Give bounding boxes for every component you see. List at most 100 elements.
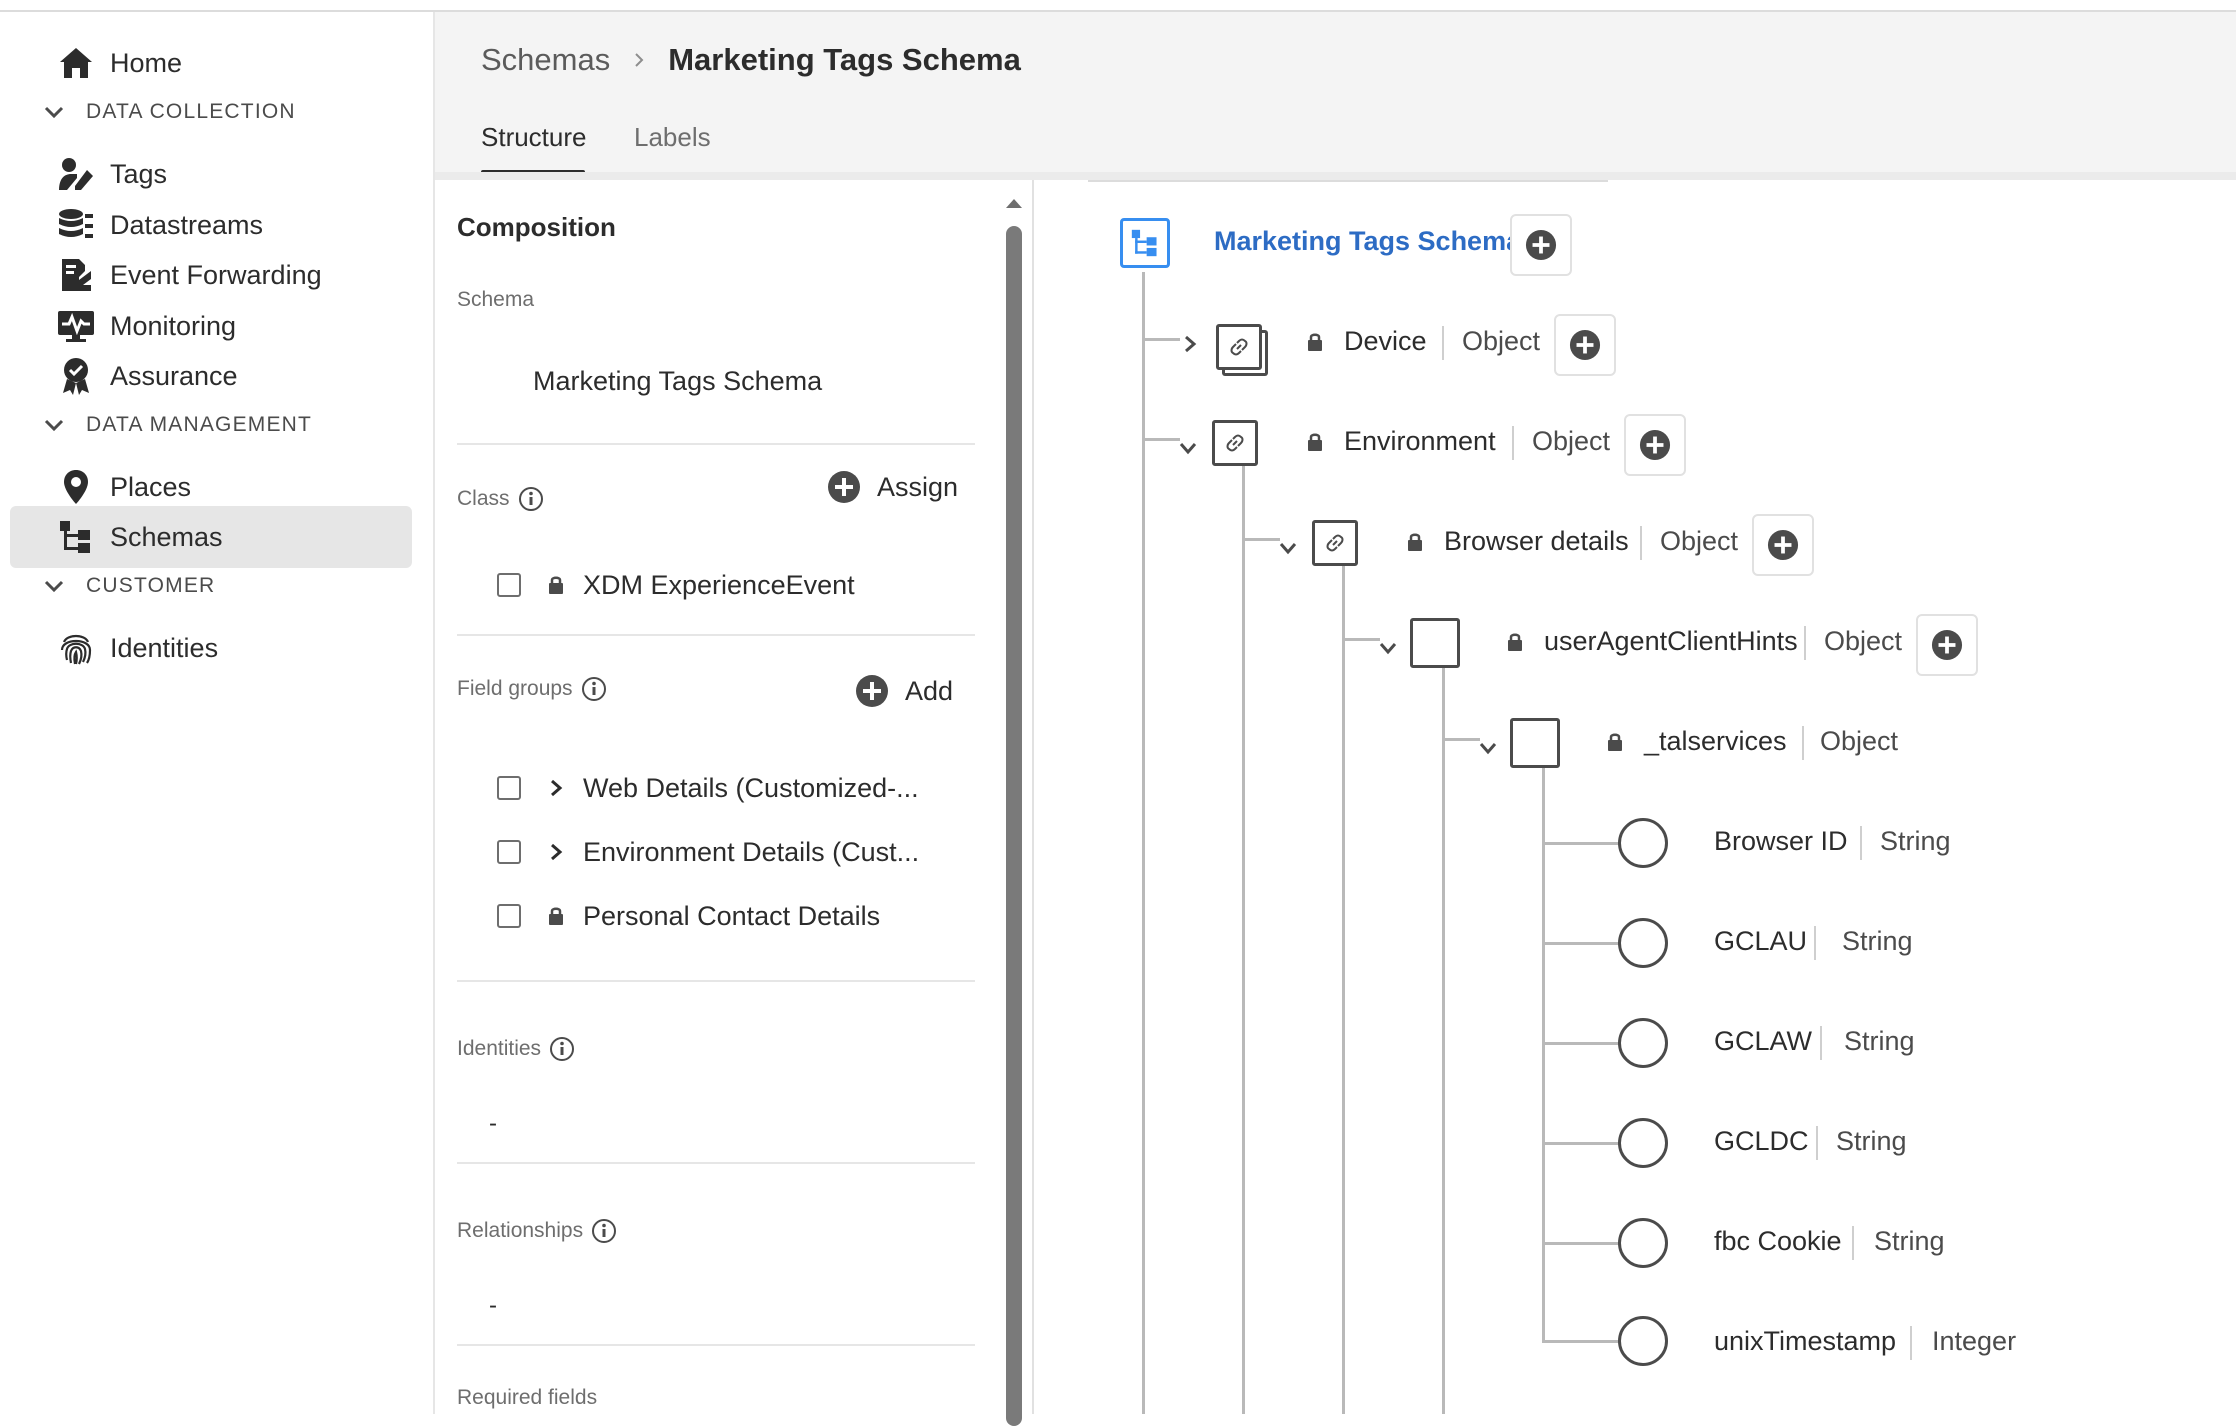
nav-label-schemas: Schemas (110, 521, 223, 552)
panel-divider (1032, 180, 1034, 1414)
nav-item-home[interactable]: Home (10, 32, 412, 94)
nav-section-label: DATA MANAGEMENT (86, 413, 313, 436)
add-field-button[interactable] (1510, 214, 1572, 276)
leaf-field-icon[interactable] (1618, 1118, 1668, 1168)
field-group-checkbox[interactable] (497, 776, 521, 800)
field-name[interactable]: Browser details (1444, 526, 1629, 557)
field-name[interactable]: userAgentClientHints (1544, 626, 1798, 657)
tab-labels[interactable]: Labels (634, 122, 711, 153)
chevron-right-icon[interactable] (1180, 334, 1200, 354)
class-row[interactable]: XDM ExperienceEvent (497, 565, 855, 605)
nav-label-datastreams: Datastreams (110, 209, 264, 240)
tree-line (1342, 566, 1345, 1414)
field-name[interactable]: GCLAU (1714, 926, 1807, 957)
field-group-row[interactable]: Personal Contact Details (497, 896, 880, 936)
field-name[interactable]: unixTimestamp (1714, 1326, 1896, 1357)
field-group-checkbox[interactable] (497, 840, 521, 864)
info-icon[interactable] (581, 676, 607, 702)
add-field-group-button[interactable]: Add (855, 674, 953, 708)
tree-line (1542, 1340, 1620, 1343)
field-group-checkbox[interactable] (497, 904, 521, 928)
device-node-icon[interactable] (1216, 324, 1262, 370)
chevron-down-icon[interactable] (1278, 538, 1298, 558)
chevron-down-icon[interactable] (1178, 438, 1198, 458)
field-name[interactable]: Browser ID (1714, 826, 1848, 857)
field-name[interactable]: Environment (1344, 426, 1496, 457)
relationships-value: - (489, 1292, 497, 1319)
nav-section-customer[interactable]: CUSTOMER (42, 566, 215, 606)
add-field-button[interactable] (1624, 414, 1686, 476)
chevron-down-icon[interactable] (1478, 738, 1498, 758)
add-field-button[interactable] (1916, 614, 1978, 676)
field-name[interactable]: _talservices (1644, 726, 1787, 757)
nav-item-identities[interactable]: Identities (10, 617, 412, 679)
composition-panel: Composition Schema Marketing Tags Schema… (435, 180, 1030, 1414)
info-icon[interactable] (549, 1036, 575, 1062)
add-circle-icon (856, 675, 888, 707)
object-node-icon[interactable] (1410, 618, 1460, 668)
nav-item-assurance[interactable]: Assurance (10, 345, 412, 407)
field-group-row[interactable]: Web Details (Customized-... (497, 768, 919, 808)
schema-root-icon[interactable] (1120, 218, 1170, 268)
left-navigation: Home DATA COLLECTION Tags Datastreams Ev… (0, 12, 435, 1414)
field-name[interactable]: GCLAW (1714, 1026, 1812, 1057)
tab-structure[interactable]: Structure (481, 122, 587, 153)
nav-label-tags: Tags (110, 158, 168, 189)
identities-label-text: Identities (457, 1037, 542, 1060)
field-group-row[interactable]: Environment Details (Cust... (497, 832, 919, 872)
add-field-button[interactable] (1752, 514, 1814, 576)
tree-line (1542, 766, 1545, 1342)
add-field-button[interactable] (1554, 314, 1616, 376)
schema-name[interactable]: Marketing Tags Schema (533, 366, 822, 397)
chevron-right-icon[interactable] (545, 777, 567, 799)
nav-item-schemas[interactable]: Schemas (10, 506, 412, 568)
composition-scrollbar-thumb[interactable] (1006, 226, 1022, 1426)
datastreams-icon (56, 205, 96, 245)
breadcrumb-schemas-link[interactable]: Schemas (481, 42, 610, 78)
leaf-field-icon[interactable] (1618, 1316, 1668, 1366)
info-icon[interactable] (518, 486, 544, 512)
object-node-icon[interactable] (1510, 718, 1560, 768)
nav-label-identities: Identities (110, 632, 219, 663)
class-checkbox[interactable] (497, 573, 521, 597)
leaf-field-icon[interactable] (1618, 918, 1668, 968)
field-name[interactable]: Device (1344, 326, 1427, 357)
environment-node-icon[interactable] (1212, 420, 1258, 466)
type-separator (1804, 626, 1806, 660)
link-icon (1326, 534, 1344, 552)
class-label-text: Class (457, 487, 510, 510)
schema-root-name[interactable]: Marketing Tags Schema (1214, 226, 1521, 257)
scroll-up-arrow-icon[interactable] (1004, 196, 1024, 210)
tree-line (1442, 666, 1445, 1414)
tags-icon (56, 154, 96, 194)
field-groups-label: Field groups (457, 676, 607, 702)
info-icon[interactable] (591, 1218, 617, 1244)
monitoring-icon (56, 306, 96, 346)
add-circle-icon (828, 471, 860, 503)
lock-icon (545, 905, 567, 927)
class-label: Class (457, 486, 544, 512)
tree-line (1542, 1142, 1620, 1145)
leaf-field-icon[interactable] (1618, 1018, 1668, 1068)
browser-details-node-icon[interactable] (1312, 520, 1358, 566)
page-header: Schemas Marketing Tags Schema Structure … (435, 12, 2236, 174)
window-top-border (0, 0, 2236, 12)
leaf-field-icon[interactable] (1618, 818, 1668, 868)
field-name[interactable]: GCLDC (1714, 1126, 1809, 1157)
page-title: Marketing Tags Schema (668, 42, 1021, 77)
field-type: Object (1462, 326, 1541, 356)
schemas-icon (1131, 229, 1157, 257)
class-value: XDM ExperienceEvent (583, 569, 855, 600)
nav-section-data-collection[interactable]: DATA COLLECTION (42, 92, 296, 132)
type-separator (1512, 426, 1514, 460)
field-type: String (1880, 826, 1951, 856)
chevron-right-icon[interactable] (545, 841, 567, 863)
assign-class-button[interactable]: Assign (827, 470, 958, 504)
tree-line (1542, 1042, 1620, 1045)
field-name[interactable]: fbc Cookie (1714, 1226, 1842, 1257)
chevron-down-icon[interactable] (1378, 638, 1398, 658)
type-separator (1442, 326, 1444, 360)
lock-icon (1308, 433, 1322, 451)
nav-section-data-management[interactable]: DATA MANAGEMENT (42, 405, 312, 445)
leaf-field-icon[interactable] (1618, 1218, 1668, 1268)
